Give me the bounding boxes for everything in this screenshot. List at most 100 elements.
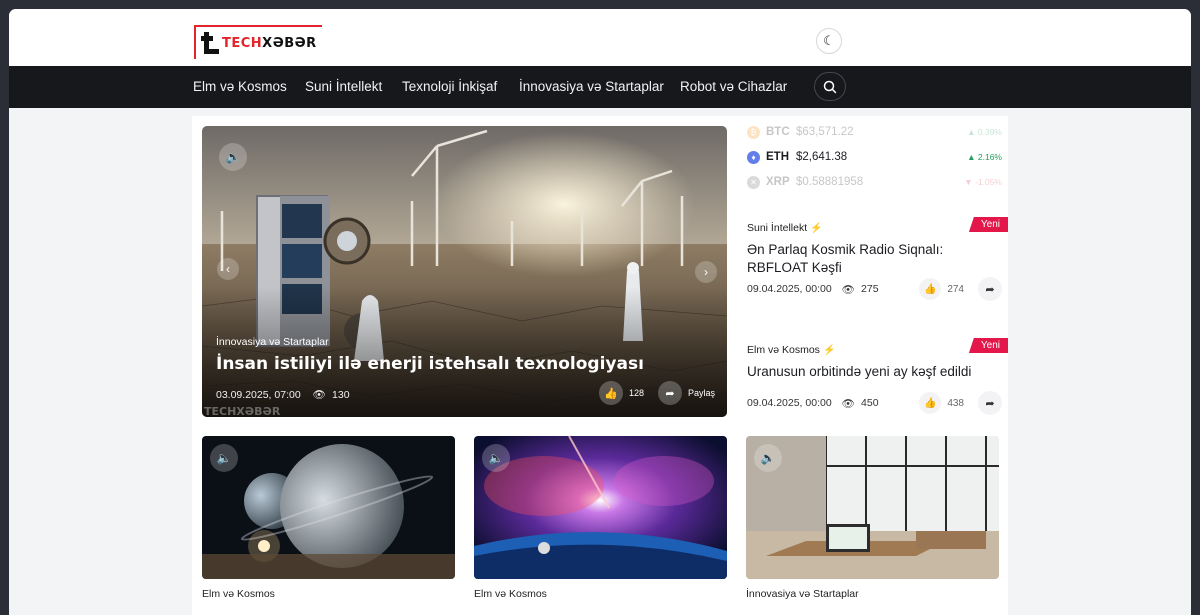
xrp-icon: ✕ (747, 175, 760, 189)
news-date: 09.04.2025, 00:00 (747, 397, 832, 409)
card-category[interactable]: Elm və Kosmos (202, 588, 275, 600)
like-button[interactable]: 👍 (919, 392, 942, 414)
logo-text: TECHXƏBƏR (222, 36, 317, 51)
card-audio-button[interactable]: 🔈 (210, 444, 238, 472)
ticker-price: $2,641.38 (796, 151, 848, 163)
office-image (746, 436, 999, 579)
chevron-right-icon: › (704, 265, 708, 279)
ticker-symbol: ETH (766, 151, 789, 163)
chevron-left-icon: ‹ (226, 262, 230, 276)
speaker-icon: 🔈 (216, 451, 232, 465)
speaker-icon: 🔈 (225, 150, 241, 164)
content-panel: TECHXƏBƏR 🔈 ‹ › İnnovasiya və Startaplar… (192, 116, 1008, 615)
nav-item-elm-ve-kosmos[interactable]: Elm və Kosmos (193, 66, 287, 108)
bitcoin-icon: ₿ (747, 125, 760, 139)
ticker-change: ▲ 2.16% (967, 152, 1002, 162)
eye-icon: 👁 (312, 389, 327, 401)
hero-prev-button[interactable]: ‹ (217, 258, 239, 280)
news-meta: 09.04.2025, 00:00 👁 450 👍 438 ➦ (747, 391, 1002, 415)
nebula-image (474, 436, 727, 579)
news-card[interactable]: 🔈 İnnovasiya və Startaplar (746, 436, 999, 615)
news-category[interactable]: Elm və Kosmos ⚡ (747, 338, 1008, 356)
news-views: 275 (861, 283, 879, 295)
new-badge: Yeni (968, 217, 1008, 232)
hero-category[interactable]: İnnovasiya və Startaplar (216, 336, 329, 348)
ticker-row-xrp: ✕ XRP $0.58881958 ▼ -1.05% (747, 172, 1002, 192)
news-meta: 09.04.2025, 00:00 👁 275 👍 274 ➦ (747, 277, 1002, 301)
logo-mark-icon (201, 32, 219, 54)
hero-date: 03.09.2025, 07:00 (216, 388, 301, 401)
news-views: 450 (861, 397, 879, 409)
eye-icon: 👁 (841, 283, 856, 296)
browser-viewport: TECHXƏBƏR ☾ Elm və Kosmos Suni İntellekt… (9, 9, 1191, 615)
news-item[interactable]: Yeni Elm və Kosmos ⚡ Uranusun orbitində y… (747, 338, 1008, 418)
hero-slider[interactable]: TECHXƏBƏR 🔈 ‹ › İnnovasiya və Startaplar… (202, 126, 727, 417)
site-logo[interactable]: TECHXƏBƏR (194, 25, 322, 59)
hero-next-button[interactable]: › (695, 261, 717, 283)
hero-title[interactable]: İnsan istiliyi ilə enerji istehsalı texn… (216, 354, 644, 374)
ticker-row-eth: ♦ ETH $2,641.38 ▲ 2.16% (747, 147, 1002, 167)
search-button[interactable] (814, 72, 846, 101)
news-item[interactable]: Yeni Suni İntellekt ⚡ Ən Parlaq Kosmik Ra… (747, 214, 1008, 314)
share-icon: ➦ (665, 387, 675, 400)
card-image[interactable] (202, 436, 455, 579)
share-button[interactable]: ➦ (978, 277, 1002, 301)
ticker-row-btc: ₿ BTC $63,571.22 ▲ 0.39% (747, 122, 1002, 142)
card-image[interactable] (746, 436, 999, 579)
hero-audio-button[interactable]: 🔈 (219, 143, 247, 171)
news-category-label: Suni İntellekt (747, 222, 808, 234)
ticker-change: ▼ -1.05% (964, 177, 1002, 187)
ticker-change: ▲ 0.39% (967, 127, 1002, 137)
hero-meta: 03.09.2025, 07:00 👁 130 (216, 388, 350, 402)
ticker-change-value: -1.05% (975, 177, 1002, 187)
site-header: TECHXƏBƏR ☾ (9, 9, 1191, 66)
nav-item-texnoloji-inkisaf[interactable]: Texnoloji İnkişaf (402, 66, 497, 108)
search-icon (823, 80, 837, 93)
card-image[interactable] (474, 436, 727, 579)
card-category[interactable]: İnnovasiya və Startaplar (746, 588, 859, 600)
main-nav: Elm və Kosmos Suni İntellekt Texnoloji İ… (9, 66, 1191, 108)
thumbs-up-icon: 👍 (604, 387, 618, 400)
logo-text-tech: TECH (222, 35, 263, 51)
lightning-icon: ⚡ (810, 222, 823, 234)
new-badge: Yeni (968, 338, 1008, 353)
news-likes: 274 (947, 283, 964, 295)
hero-likes: 128 (628, 388, 644, 398)
hero-like-button[interactable]: 👍 (598, 381, 623, 405)
card-audio-button[interactable]: 🔈 (482, 444, 510, 472)
ethereum-icon: ♦ (747, 150, 760, 164)
share-icon: ➦ (985, 397, 995, 410)
thumbs-up-icon: 👍 (924, 397, 937, 409)
dark-mode-toggle[interactable]: ☾ (816, 28, 842, 54)
ticker-price: $63,571.22 (796, 126, 854, 138)
hero-share-button[interactable]: ➦ (657, 381, 682, 405)
speaker-icon: 🔈 (760, 451, 776, 465)
news-title[interactable]: Uranusun orbitində yeni ay kəşf edildi (747, 363, 977, 381)
like-button[interactable]: 👍 (919, 278, 942, 300)
ticker-change-value: 2.16% (977, 152, 1002, 162)
news-title[interactable]: Ən Parlaq Kosmik Radio Siqnalı: RBFLOAT … (747, 241, 977, 277)
share-button[interactable]: ➦ (978, 391, 1002, 415)
news-likes: 438 (947, 397, 964, 409)
news-card[interactable]: 🔈 Elm və Kosmos (202, 436, 455, 615)
speaker-icon: 🔈 (488, 451, 504, 465)
news-date: 09.04.2025, 00:00 (747, 283, 832, 295)
planets-image (202, 436, 455, 579)
news-category-label: Elm və Kosmos (747, 344, 820, 356)
ticker-symbol: BTC (766, 126, 790, 138)
logo-text-xeber: XƏBƏR (262, 35, 317, 51)
nav-item-innovasiya-ve-startaplar[interactable]: İnnovasiya və Startaplar (519, 66, 664, 108)
card-category[interactable]: Elm və Kosmos (474, 588, 547, 600)
eye-icon: 👁 (841, 397, 856, 410)
share-icon: ➦ (985, 283, 995, 296)
hero-share-label[interactable]: Paylaş (688, 388, 715, 398)
ticker-symbol: XRP (766, 176, 790, 188)
nav-item-suni-intellekt[interactable]: Suni İntellekt (305, 66, 382, 108)
hero-watermark: TECHXƏBƏR (204, 405, 281, 417)
nav-item-robot-ve-cihazlar[interactable]: Robot və Cihazlar (680, 66, 787, 108)
ticker-change-value: 0.39% (977, 127, 1002, 137)
news-category[interactable]: Suni İntellekt ⚡ (747, 214, 1008, 234)
card-audio-button[interactable]: 🔈 (754, 444, 782, 472)
news-card[interactable]: 🔈 Elm və Kosmos (474, 436, 727, 615)
hero-actions: 👍 128 ➦ Paylaş (598, 381, 715, 405)
